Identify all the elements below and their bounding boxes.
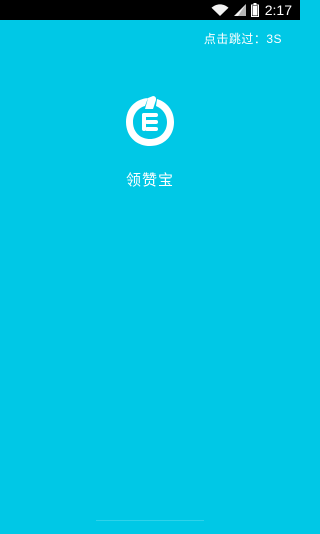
battery-icon (250, 3, 259, 17)
wifi-icon (211, 3, 229, 17)
thumb-up-list-logo-icon (126, 96, 174, 146)
status-bar: 2:17 (0, 0, 300, 20)
bottom-divider (96, 520, 204, 521)
skip-button[interactable]: 点击跳过：3S (204, 32, 282, 46)
status-icons: 2:17 (211, 2, 292, 18)
app-logo (120, 92, 180, 152)
status-time: 2:17 (264, 2, 292, 18)
splash-screen: 2:17 点击跳过：3S 领赞宝 (0, 0, 300, 534)
app-name: 领赞宝 (125, 172, 174, 189)
signal-icon (233, 3, 247, 17)
